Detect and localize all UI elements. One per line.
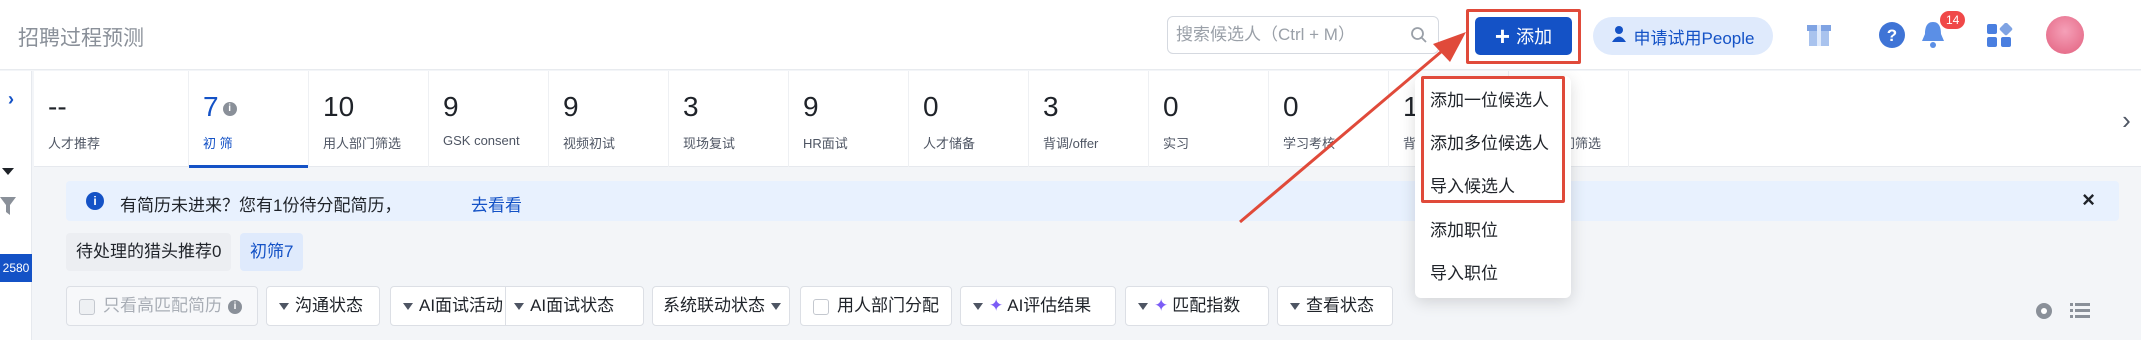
stage-tab[interactable]: 9 HR面试 <box>789 71 909 167</box>
rail-toggle-icon[interactable]: › <box>8 89 14 110</box>
avatar[interactable] <box>2046 16 2084 54</box>
trial-people-button[interactable]: 申请试用People <box>1593 17 1773 55</box>
stage-count: -- <box>48 91 67 122</box>
stage-count: 3 <box>683 91 699 122</box>
top-header: 招聘过程预测 + 添加 申请试用People ? 14 <box>0 0 2141 70</box>
filter-label: 匹配指数 <box>1172 296 1241 315</box>
stage-tab[interactable]: 9 视频初试 <box>549 71 669 167</box>
stage-label: 现场复试 <box>683 136 736 151</box>
rail-collapse-icon[interactable] <box>2 163 14 181</box>
settings-icon[interactable] <box>2034 301 2054 326</box>
ai-eval-filter[interactable]: ✦ AI评估结果 <box>960 286 1116 326</box>
ai-interview-filter[interactable]: AI面试活动 AI面试状态 <box>390 286 644 326</box>
system-sync-filter[interactable]: 系统联动状态 <box>652 286 790 326</box>
filter-funnel-icon[interactable] <box>0 195 16 222</box>
stage-label: HR面试 <box>803 136 848 151</box>
filter-label: 系统联动状态 <box>663 296 765 315</box>
stage-label: 背调/offer <box>1043 136 1099 151</box>
sparkle-icon: ✦ <box>1154 296 1169 315</box>
svg-text:?: ? <box>1887 26 1897 45</box>
stage-tab[interactable]: 3 背调/offer <box>1029 71 1149 167</box>
gift-icon[interactable] <box>1806 18 1832 53</box>
stage-tab[interactable]: 9 GSK consent <box>429 71 549 167</box>
chevron-down-icon <box>1138 303 1148 311</box>
menu-item-import-position[interactable]: 导入职位 <box>1430 259 1498 284</box>
filter-label: AI面试活动 <box>419 296 504 315</box>
stages-next-chevron-icon[interactable]: › <box>2112 95 2141 145</box>
stage-count: 9 <box>803 91 819 122</box>
checkbox[interactable] <box>79 298 95 315</box>
stage-tab[interactable]: 10 用人部门筛选 <box>309 71 429 167</box>
high-match-label: 只看高匹配简历 <box>103 296 222 315</box>
chevron-down-icon <box>514 303 525 311</box>
chevron-down-icon <box>1290 303 1300 311</box>
screening-tag[interactable]: 初筛7 <box>240 233 304 271</box>
chevron-down-icon <box>973 303 983 311</box>
stage-tab-active[interactable]: 7i 初 筛 <box>189 71 309 168</box>
left-rail: › 2580 <box>0 71 32 340</box>
stage-count: 9 <box>563 91 579 122</box>
communication-status-filter[interactable]: 沟通状态 <box>266 286 380 326</box>
info-icon[interactable]: i <box>222 101 237 116</box>
stage-tab[interactable]: -- 人才推荐 <box>34 71 189 167</box>
help-icon[interactable]: ? <box>1878 21 1906 54</box>
stage-label: 用人部门筛选 <box>323 136 402 151</box>
stage-label: 实习 <box>1163 136 1190 151</box>
chevron-down-icon <box>771 303 781 311</box>
view-status-filter[interactable]: 查看状态 <box>1277 286 1393 326</box>
stage-label: 人才推荐 <box>48 136 101 151</box>
dept-assign-filter[interactable]: 用人部门分配 <box>800 286 952 326</box>
checkbox[interactable] <box>813 298 829 315</box>
unassigned-resume-notice: i 有简历未进来？您有1份待分配简历， 去看看 × <box>66 181 2119 221</box>
notice-link[interactable]: 去看看 <box>471 191 522 216</box>
list-view-icon[interactable] <box>2070 301 2090 326</box>
match-index-filter[interactable]: ✦ 匹配指数 <box>1125 286 1269 326</box>
filter-label: 查看状态 <box>1306 296 1374 315</box>
info-icon: i <box>86 192 104 210</box>
page-title: 招聘过程预测 <box>18 27 144 50</box>
stage-count: 10 <box>323 91 355 122</box>
add-button-label: 添加 <box>1516 27 1553 47</box>
stage-count: 0 <box>1163 91 1179 122</box>
filter-label: 用人部门分配 <box>837 296 939 315</box>
close-icon[interactable]: × <box>2082 187 2095 213</box>
annotation-arrow <box>1239 32 1466 224</box>
stage-count: 9 <box>443 91 459 122</box>
stage-count: 3 <box>1043 91 1059 122</box>
filter-label: 沟通状态 <box>295 296 363 315</box>
sparkle-icon: ✦ <box>989 296 1004 315</box>
person-icon <box>1611 25 1626 48</box>
trial-button-label: 申请试用People <box>1633 28 1755 48</box>
stage-label: 视频初试 <box>563 136 616 151</box>
info-icon[interactable]: i <box>228 299 242 314</box>
filter-label: AI评估结果 <box>1007 296 1092 315</box>
stage-tab[interactable]: 3 现场复试 <box>669 71 789 167</box>
stage-count: 0 <box>923 91 939 122</box>
stage-tab[interactable]: 0 人才储备 <box>909 71 1029 167</box>
apps-icon[interactable] <box>1986 22 2014 54</box>
plus-icon: + <box>1494 21 1511 51</box>
chevron-down-icon <box>403 303 413 311</box>
stage-label: GSK consent <box>443 133 520 148</box>
stage-count: 7 <box>203 91 219 122</box>
notification-badge: 14 <box>1940 11 1966 29</box>
stage-label: 人才储备 <box>923 136 976 151</box>
headhunter-pending-tag[interactable]: 待处理的猎头推荐0 <box>66 233 232 271</box>
pipeline-stages: -- 人才推荐 7i 初 筛 10 用人部门筛选 9 GSK consent 9… <box>34 71 2141 168</box>
divider <box>505 287 507 325</box>
filter-label: AI面试状态 <box>530 296 615 315</box>
high-match-filter[interactable]: 只看高匹配简历 i <box>66 286 258 326</box>
notice-text: 有简历未进来？您有1份待分配简历， <box>120 196 402 215</box>
stage-label: 初 筛 <box>203 136 233 151</box>
chevron-down-icon <box>279 303 289 311</box>
rail-version-tag[interactable]: 2580 <box>0 254 32 282</box>
